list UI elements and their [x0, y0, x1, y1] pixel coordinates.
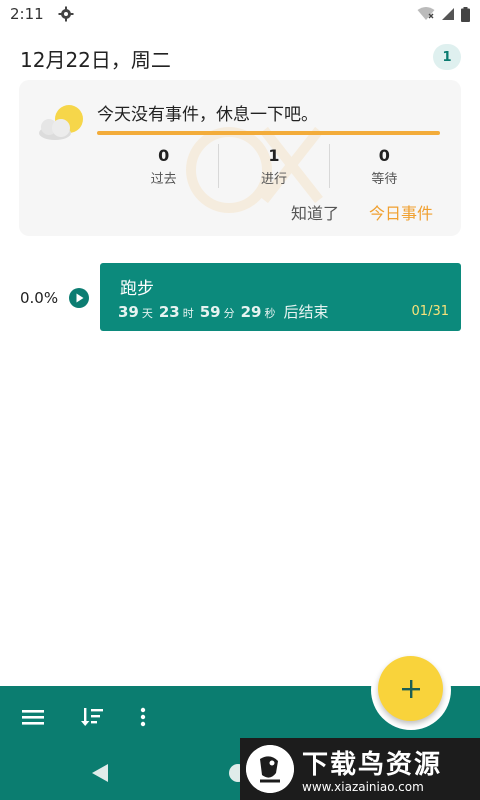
- menu-icon[interactable]: [20, 706, 46, 728]
- status-bar: 2:11: [0, 0, 480, 28]
- brand-url: www.xiazainiao.com: [302, 780, 424, 794]
- countdown-seconds-unit: 秒: [264, 307, 276, 320]
- brand-watermark-banner: 下载鸟资源 www.xiazainiao.com: [240, 738, 480, 800]
- signal-icon: [442, 8, 454, 20]
- wifi-icon: [417, 7, 435, 20]
- stat-past: 0 过去: [109, 144, 218, 188]
- acknowledge-button[interactable]: 知道了: [291, 200, 339, 224]
- stat-waiting: 0 等待: [328, 144, 439, 188]
- countdown-suffix: 后结束: [283, 303, 329, 321]
- event-countdown: 39 天 23 时 59 分 29 秒 后结束: [118, 301, 329, 322]
- weather-icon: [39, 105, 83, 140]
- stat-past-label: 过去: [150, 172, 177, 187]
- stat-ongoing-value: 1: [268, 146, 280, 165]
- countdown-minutes: 59: [199, 303, 221, 321]
- countdown-hours-unit: 时: [182, 307, 194, 320]
- battery-icon: [461, 6, 470, 22]
- event-card[interactable]: 跑步 39 天 23 时 59 分 29 秒 后结束 01/31: [100, 263, 461, 331]
- plus-icon: [401, 679, 420, 698]
- stat-waiting-value: 0: [378, 146, 390, 165]
- back-icon[interactable]: [90, 762, 110, 784]
- status-time: 2:11: [10, 5, 44, 23]
- countdown-minutes-unit: 分: [223, 307, 235, 320]
- date-title: 12月22日，周二: [20, 48, 171, 72]
- event-progress-percent: 0.0%: [20, 289, 59, 307]
- event-title: 跑步: [120, 279, 154, 299]
- countdown-seconds: 29: [240, 303, 262, 321]
- today-summary-card: 今天没有事件，休息一下吧。 0 过去 1 进行 0 等待 知道了 今日事件: [19, 80, 461, 236]
- play-icon[interactable]: [69, 288, 89, 308]
- settings-icon: [58, 6, 74, 22]
- day-progress-bar: [97, 131, 440, 135]
- stat-ongoing-label: 进行: [260, 172, 287, 187]
- countdown-hours: 23: [158, 303, 180, 321]
- add-event-button[interactable]: [378, 656, 443, 721]
- countdown-days-unit: 天: [141, 307, 153, 320]
- brand-name: 下载鸟资源: [302, 750, 443, 780]
- stat-waiting-label: 等待: [371, 172, 398, 187]
- more-options-icon[interactable]: [130, 706, 156, 728]
- stat-ongoing: 1 进行: [218, 144, 328, 188]
- no-events-message: 今天没有事件，休息一下吧。: [97, 105, 318, 125]
- event-count-badge[interactable]: 1: [433, 44, 461, 70]
- sort-icon[interactable]: [80, 706, 106, 728]
- event-page-indicator: 01/31: [411, 304, 449, 319]
- bird-logo-icon: [246, 745, 294, 793]
- stat-past-value: 0: [158, 146, 170, 165]
- today-events-button[interactable]: 今日事件: [369, 200, 433, 224]
- countdown-days: 39: [118, 303, 139, 321]
- event-stats: 0 过去 1 进行 0 等待: [109, 144, 439, 188]
